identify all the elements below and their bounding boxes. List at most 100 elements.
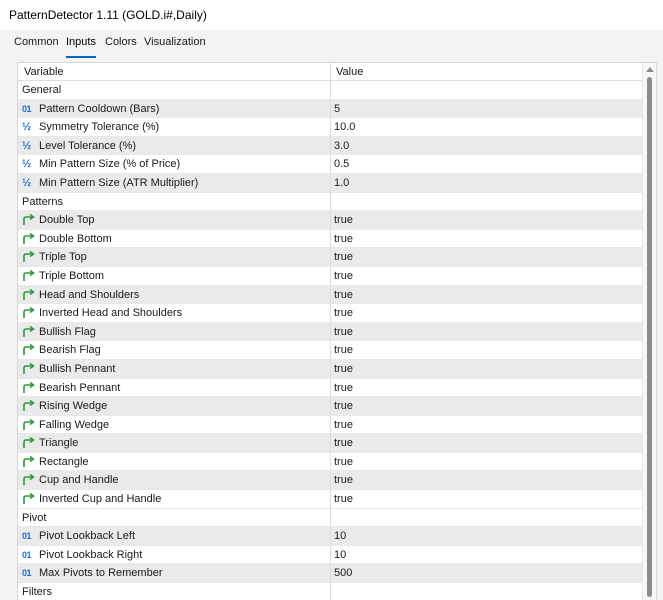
value-cell[interactable]: true: [334, 400, 353, 412]
value-cell[interactable]: 3.0: [334, 140, 349, 152]
variable-label: Bearish Flag: [39, 344, 101, 357]
value-cell[interactable]: true: [334, 233, 353, 245]
variable-label: Double Top: [39, 214, 95, 227]
value-cell[interactable]: 10.0: [334, 121, 355, 133]
variable-label: Triangle: [39, 437, 79, 450]
value-cell[interactable]: true: [334, 326, 353, 338]
variable-label: Bearish Pennant: [39, 381, 121, 394]
column-header-value[interactable]: Value: [336, 66, 363, 78]
table-row[interactable]: Bullish Flag true: [18, 322, 643, 342]
table-row[interactable]: ½ Min Pattern Size (% of Price) 0.5: [18, 155, 643, 174]
scroll-thumb[interactable]: [647, 77, 652, 597]
table-row[interactable]: Rectangle true: [18, 452, 643, 472]
column-divider: [330, 359, 331, 378]
table-row[interactable]: Inverted Head and Shoulders true: [18, 304, 643, 323]
value-cell[interactable]: true: [334, 307, 353, 319]
value-cell[interactable]: 1.0: [334, 177, 349, 189]
table-row[interactable]: Double Top true: [18, 211, 643, 230]
table-row[interactable]: Inverted Cup and Handle true: [18, 490, 643, 509]
value-cell[interactable]: 10: [334, 549, 346, 561]
table-row[interactable]: Bearish Flag true: [18, 341, 643, 360]
value-cell[interactable]: 5: [334, 103, 340, 115]
bool-type-icon: [22, 269, 36, 282]
vertical-scrollbar[interactable]: [642, 63, 656, 600]
tab-visualization[interactable]: Visualization: [144, 36, 206, 54]
variable-label: Bullish Pennant: [39, 362, 116, 375]
table-row[interactable]: Rising Wedge true: [18, 397, 643, 416]
value-cell[interactable]: 500: [334, 567, 352, 579]
variable-cell: ½ Level Tolerance (%): [22, 140, 136, 152]
table-row[interactable]: ½ Min Pattern Size (ATR Multiplier) 1.0: [18, 173, 643, 193]
bool-type-icon: [22, 325, 36, 338]
table-row[interactable]: Cup and Handle true: [18, 471, 643, 491]
variable-cell: 01 Max Pivots to Remember: [22, 567, 162, 579]
table-row[interactable]: Falling Wedge true: [18, 415, 643, 435]
bool-type-icon: [22, 307, 36, 319]
column-divider[interactable]: [330, 63, 331, 80]
table-row[interactable]: Triple Top true: [18, 248, 643, 267]
table-row[interactable]: Triangle true: [18, 434, 643, 453]
variable-cell: Triple Bottom: [22, 269, 104, 282]
value-cell[interactable]: true: [334, 419, 353, 431]
variable-cell: Triangle: [22, 437, 78, 449]
variable-label: Inverted Cup and Handle: [39, 493, 162, 506]
variable-label: Double Bottom: [39, 232, 112, 245]
column-divider: [330, 508, 331, 527]
column-header-variable[interactable]: Variable: [24, 66, 64, 78]
table-row[interactable]: 01 Pivot Lookback Left 10: [18, 527, 643, 546]
value-cell[interactable]: true: [334, 363, 353, 375]
column-divider: [330, 434, 331, 452]
tab-common[interactable]: Common: [14, 36, 59, 54]
table-row[interactable]: 01 Max Pivots to Remember 500: [18, 564, 643, 584]
value-cell[interactable]: true: [334, 270, 353, 282]
table-row[interactable]: Head and Shoulders true: [18, 285, 643, 305]
table-row[interactable]: 01 Pivot Lookback Right 10: [18, 545, 643, 565]
double-type-icon: ½: [22, 176, 32, 189]
column-divider: [330, 155, 331, 173]
value-cell[interactable]: true: [334, 382, 353, 394]
bool-type-icon: [22, 493, 36, 505]
tab-inputs[interactable]: Inputs: [66, 36, 96, 58]
variable-cell: Bearish Pennant: [22, 381, 121, 394]
value-cell[interactable]: true: [334, 474, 353, 486]
column-divider: [330, 118, 331, 136]
variable-label: Rising Wedge: [39, 400, 108, 413]
variable-label: Pivot Lookback Right: [39, 548, 143, 561]
input-dialog-window: PatternDetector 1.11 (GOLD.i#,Daily) Com…: [0, 0, 663, 600]
value-cell[interactable]: true: [334, 251, 353, 263]
table-row[interactable]: ½ Symmetry Tolerance (%) 10.0: [18, 118, 643, 137]
group-label: Filters: [22, 586, 52, 599]
variable-label: Symmetry Tolerance (%): [39, 121, 160, 134]
table-row[interactable]: Bearish Pennant true: [18, 378, 643, 398]
table-row[interactable]: Double Bottom true: [18, 229, 643, 249]
bool-type-icon: [22, 344, 36, 356]
value-cell[interactable]: true: [334, 289, 353, 301]
int-type-icon: 01: [22, 531, 32, 542]
value-cell[interactable]: 0.5: [334, 158, 349, 170]
column-divider: [330, 564, 331, 583]
variable-cell: Rising Wedge: [22, 400, 107, 412]
column-divider: [330, 415, 331, 434]
variable-cell: Bullish Pennant: [22, 362, 116, 375]
value-cell[interactable]: true: [334, 437, 353, 449]
tab-colors[interactable]: Colors: [105, 36, 137, 54]
inputs-grid-panel: Variable Value General 01 Pattern Cooldown…: [17, 62, 657, 600]
bool-type-icon: [22, 437, 36, 449]
value-cell[interactable]: true: [334, 214, 353, 226]
table-row[interactable]: Bullish Pennant true: [18, 359, 643, 379]
bool-type-icon: [22, 288, 36, 301]
value-cell[interactable]: true: [334, 493, 353, 505]
value-cell[interactable]: true: [334, 344, 353, 356]
table-row[interactable]: Triple Bottom true: [18, 266, 643, 286]
variable-label: Max Pivots to Remember: [39, 567, 163, 580]
variable-label: Pattern Cooldown (Bars): [39, 102, 160, 115]
table-row[interactable]: 01 Pattern Cooldown (Bars) 5: [18, 99, 643, 119]
table-row[interactable]: ½ Level Tolerance (%) 3.0: [18, 136, 643, 156]
scroll-up-arrow-icon[interactable]: [646, 67, 654, 72]
group-row: Filters: [18, 583, 643, 600]
title-bar[interactable]: PatternDetector 1.11 (GOLD.i#,Daily): [0, 0, 663, 30]
column-divider: [330, 136, 331, 155]
value-cell[interactable]: 10: [334, 530, 346, 542]
value-cell[interactable]: true: [334, 456, 353, 468]
variable-cell: ½ Min Pattern Size (% of Price): [22, 158, 180, 170]
